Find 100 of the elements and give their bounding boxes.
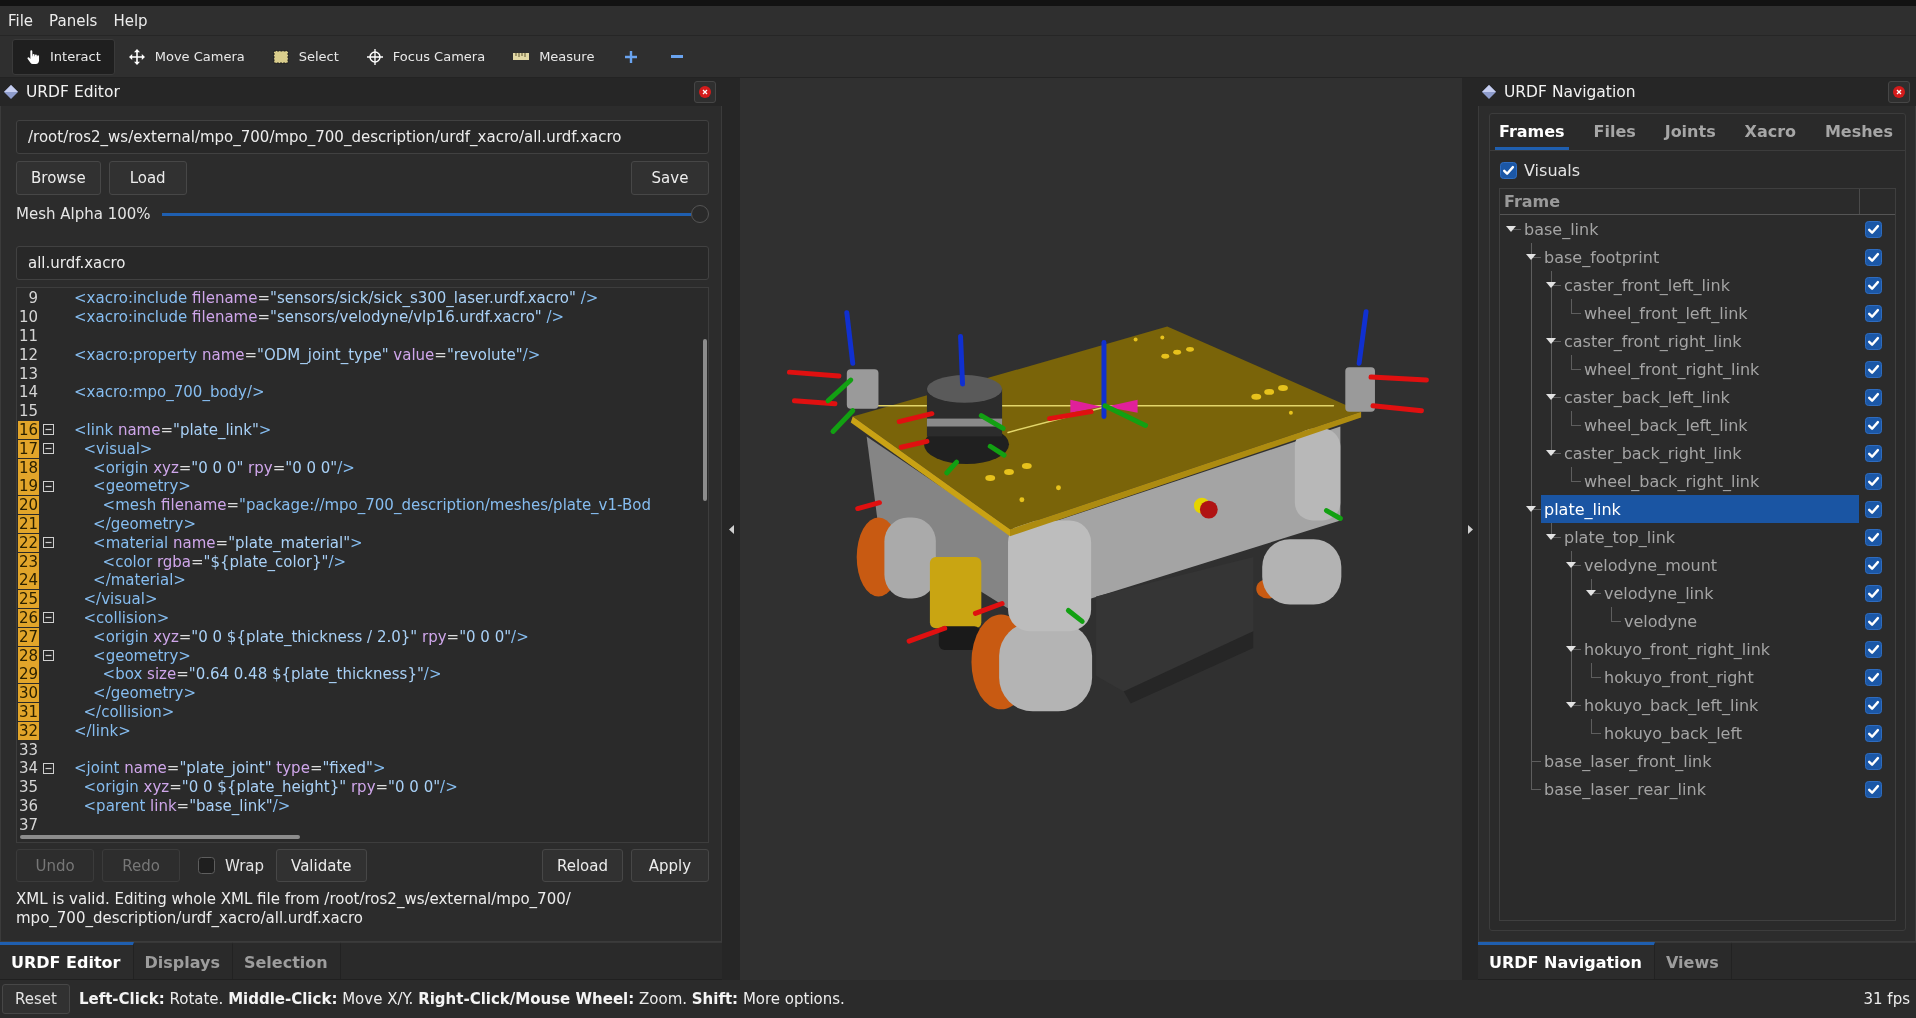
- frame-tree[interactable]: [1499, 188, 1896, 921]
- tree-item[interactable]: wheel_back_right_link: [1581, 467, 1859, 495]
- visibility-checkbox[interactable]: [1865, 668, 1882, 686]
- collapse-icon[interactable]: [43, 424, 54, 436]
- dock-tab[interactable]: URDF Navigation: [1478, 942, 1655, 979]
- tool-button[interactable]: Measure: [499, 38, 609, 75]
- tree-item[interactable]: hokuyo_back_left: [1601, 719, 1859, 747]
- tree-item[interactable]: base_link: [1521, 215, 1859, 243]
- tree-item[interactable]: caster_front_right_link: [1561, 327, 1859, 355]
- validate-button[interactable]: Validate: [276, 849, 367, 882]
- collapse-icon[interactable]: [43, 612, 54, 624]
- collapse-icon[interactable]: [43, 443, 54, 455]
- tab[interactable]: Xacro: [1740, 114, 1801, 150]
- visibility-checkbox[interactable]: [1865, 780, 1882, 798]
- tool-button[interactable]: Move Camera: [114, 38, 259, 75]
- tree-item[interactable]: caster_back_right_link: [1561, 439, 1859, 467]
- caret-icon[interactable]: [1526, 254, 1536, 260]
- caret-icon[interactable]: [1566, 646, 1576, 652]
- 3d-viewport[interactable]: [740, 78, 1462, 980]
- tab[interactable]: Frames: [1495, 114, 1569, 150]
- caret-icon[interactable]: [1546, 394, 1556, 400]
- visibility-checkbox[interactable]: [1865, 724, 1882, 742]
- caret-icon[interactable]: [1546, 338, 1556, 344]
- menu-item[interactable]: Panels: [41, 11, 106, 30]
- file-name-field[interactable]: all.urdf.xacro: [16, 246, 709, 280]
- visibility-checkbox[interactable]: [1865, 612, 1882, 630]
- close-button[interactable]: [1888, 81, 1910, 103]
- caret-icon[interactable]: [1586, 590, 1596, 596]
- scrollbar-thumb[interactable]: [703, 339, 707, 501]
- dock-tab[interactable]: Selection: [233, 942, 341, 979]
- tree-item[interactable]: velodyne_mount: [1581, 551, 1859, 579]
- tree-item[interactable]: base_laser_front_link: [1541, 747, 1859, 775]
- tool-button[interactable]: Select: [258, 38, 353, 75]
- save-button[interactable]: Save: [631, 161, 709, 195]
- tab[interactable]: Meshes: [1820, 114, 1897, 150]
- visibility-checkbox[interactable]: [1865, 556, 1882, 574]
- tree-item[interactable]: wheel_back_left_link: [1581, 411, 1859, 439]
- caret-icon[interactable]: [1546, 450, 1556, 456]
- tree-item[interactable]: caster_front_left_link: [1561, 271, 1859, 299]
- path-field[interactable]: /root/ros2_ws/external/mpo_700/mpo_700_description/urdf_xacro/all.urdf.xacro: [16, 120, 709, 154]
- dock-tab[interactable]: Views: [1654, 942, 1732, 979]
- checkbox[interactable]: [198, 857, 215, 874]
- visibility-checkbox[interactable]: [1865, 304, 1882, 322]
- collapse-icon[interactable]: [43, 480, 54, 492]
- visibility-checkbox[interactable]: [1865, 444, 1882, 462]
- tree-item[interactable]: wheel_front_left_link: [1581, 299, 1859, 327]
- tree-item[interactable]: hokuyo_back_left_link: [1581, 691, 1859, 719]
- tree-item[interactable]: velodyne_link: [1601, 579, 1859, 607]
- checkbox[interactable]: [1500, 161, 1517, 179]
- caret-icon[interactable]: [1546, 534, 1556, 540]
- tree-item[interactable]: caster_back_left_link: [1561, 383, 1859, 411]
- collapse-icon[interactable]: [43, 537, 54, 549]
- tree-item[interactable]: wheel_front_right_link: [1581, 355, 1859, 383]
- visibility-checkbox[interactable]: [1865, 752, 1882, 770]
- caret-icon[interactable]: [1546, 282, 1556, 288]
- tab[interactable]: Joints: [1660, 114, 1720, 150]
- visibility-checkbox[interactable]: [1865, 416, 1882, 434]
- collapse-icon[interactable]: [43, 650, 54, 662]
- visibility-checkbox[interactable]: [1865, 332, 1882, 350]
- tool-button[interactable]: Interact: [12, 38, 115, 75]
- load-button[interactable]: Load: [108, 161, 187, 195]
- visibility-checkbox[interactable]: [1865, 360, 1882, 378]
- reload-button[interactable]: Reload: [541, 849, 623, 882]
- reset-button[interactable]: Reset: [2, 984, 70, 1014]
- visibility-checkbox[interactable]: [1865, 640, 1882, 658]
- apply-button[interactable]: Apply: [631, 849, 709, 882]
- visibility-checkbox[interactable]: [1865, 472, 1882, 490]
- tool-button[interactable]: Focus Camera: [352, 38, 500, 75]
- tree-item[interactable]: base_laser_rear_link: [1541, 775, 1859, 803]
- dock-tab[interactable]: Displays: [133, 942, 233, 979]
- visibility-checkbox[interactable]: [1865, 696, 1882, 714]
- dock-tab[interactable]: URDF Editor: [0, 942, 134, 979]
- visibility-checkbox[interactable]: [1865, 388, 1882, 406]
- tree-item[interactable]: base_footprint: [1541, 243, 1859, 271]
- menu-item[interactable]: Help: [105, 11, 156, 30]
- right-arrow-icon[interactable]: [1467, 524, 1473, 534]
- tab[interactable]: Files: [1589, 114, 1640, 150]
- menu-item[interactable]: File: [0, 11, 42, 30]
- code-editor[interactable]: [16, 287, 709, 843]
- visibility-checkbox[interactable]: [1865, 276, 1882, 294]
- close-button[interactable]: [694, 81, 716, 103]
- tree-item[interactable]: plate_link: [1541, 495, 1859, 523]
- visibility-checkbox[interactable]: [1865, 528, 1882, 546]
- browse-button[interactable]: Browse: [16, 161, 101, 195]
- caret-icon[interactable]: [1566, 562, 1576, 568]
- caret-icon[interactable]: [1506, 226, 1516, 232]
- tree-item[interactable]: hokuyo_front_right: [1601, 663, 1859, 691]
- tree-item[interactable]: velodyne: [1621, 607, 1859, 635]
- visibility-checkbox[interactable]: [1865, 500, 1882, 518]
- visibility-checkbox[interactable]: [1865, 248, 1882, 266]
- left-arrow-icon[interactable]: [728, 524, 734, 534]
- caret-icon[interactable]: [1526, 506, 1536, 512]
- tree-item[interactable]: hokuyo_front_right_link: [1581, 635, 1859, 663]
- visibility-checkbox[interactable]: [1865, 584, 1882, 602]
- caret-icon[interactable]: [1566, 702, 1576, 708]
- visibility-checkbox[interactable]: [1865, 220, 1882, 238]
- collapse-icon[interactable]: [43, 762, 54, 774]
- scrollbar-thumb[interactable]: [20, 835, 300, 839]
- tree-item[interactable]: plate_top_link: [1561, 523, 1859, 551]
- slider-thumb[interactable]: [691, 205, 709, 223]
